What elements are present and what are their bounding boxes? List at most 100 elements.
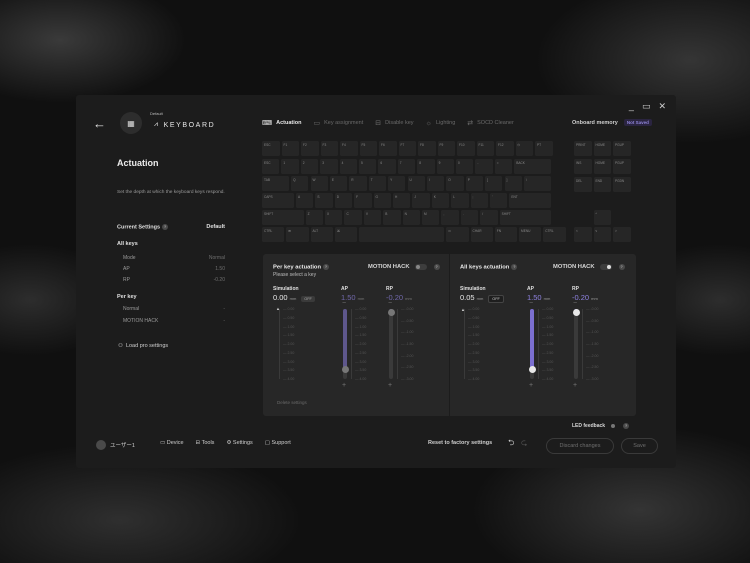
ap-handle[interactable] [341, 366, 349, 374]
save-button[interactable]: Save [621, 438, 658, 454]
rp-handle[interactable] [387, 309, 395, 317]
key-shift[interactable]: SHIFT [499, 210, 551, 225]
nav-settings[interactable]: ⚙ Settings [226, 440, 252, 446]
ap-minus-icon[interactable]: − [342, 300, 346, 307]
key-r[interactable]: R [349, 176, 367, 191]
load-pro-settings-button[interactable]: ⚇ Load pro settings [118, 343, 168, 349]
key-3[interactable]: 3 [320, 159, 338, 174]
delete-settings-button[interactable]: Delete settings [277, 400, 307, 405]
key-p[interactable]: P [465, 176, 484, 191]
key-;[interactable]: ; [470, 193, 488, 208]
key-f7[interactable]: F7 [398, 141, 416, 156]
reset-factory-button[interactable]: Reset to factory settings [428, 440, 492, 446]
help-icon[interactable]: ? [623, 423, 630, 429]
key-esc[interactable]: ESC [262, 159, 280, 174]
undo-icon[interactable]: ⮌ [508, 437, 514, 451]
key-1[interactable]: 1 [281, 159, 299, 174]
key-h[interactable]: H [392, 193, 411, 208]
key-x[interactable]: X [325, 210, 343, 225]
key-i[interactable]: I [426, 176, 445, 191]
key-q[interactable]: Q [291, 176, 309, 191]
key-f9[interactable]: F9 [437, 141, 455, 156]
key-back[interactable]: BACK [514, 159, 551, 174]
key-\[interactable]: \ [523, 176, 551, 191]
key-esc[interactable]: ESC [262, 141, 280, 156]
key-l[interactable]: L [451, 193, 469, 208]
key-k[interactable]: K [431, 193, 450, 208]
key-s[interactable]: S [315, 193, 333, 208]
key-f3[interactable]: F3 [320, 141, 338, 156]
key-nav-ins[interactable]: INS [574, 159, 592, 174]
key-⊞[interactable]: ⊞ [286, 227, 309, 242]
discard-changes-button[interactable]: Discard changes [546, 438, 614, 454]
key-nav-home[interactable]: HOME [593, 159, 611, 174]
key-][interactable]: ] [504, 176, 522, 191]
key-7[interactable]: 7 [397, 159, 416, 174]
key-nav-end[interactable]: END [593, 177, 611, 192]
key-.[interactable]: . [460, 210, 479, 225]
onboard-memory[interactable]: Onboard memory Not Saved [572, 119, 652, 126]
key-o[interactable]: O [446, 176, 464, 191]
key-f6[interactable]: F6 [379, 141, 397, 156]
key-9[interactable]: 9 [436, 159, 454, 174]
ap-add-icon[interactable]: + [342, 382, 346, 389]
ap-add-icon[interactable]: + [529, 382, 533, 389]
key-tab[interactable]: TAB [262, 176, 290, 191]
nav-tools[interactable]: ⊟ Tools [196, 440, 215, 446]
key-arrow-down[interactable]: v [593, 227, 611, 242]
key-u[interactable]: U [407, 176, 425, 191]
key-w[interactable]: W [310, 176, 328, 191]
rp-handle[interactable] [572, 309, 580, 317]
key-a[interactable]: A [295, 193, 314, 208]
key-caps[interactable]: CAPS [262, 193, 294, 208]
key-char[interactable]: CHAR [470, 227, 493, 242]
nav-device[interactable]: ▭ Device [160, 440, 184, 446]
maximize-icon[interactable]: ▭ [642, 101, 651, 112]
key-arrow-right[interactable]: > [613, 227, 631, 242]
tab-disable-key[interactable]: ⊟ Disable key [375, 119, 413, 127]
minimize-icon[interactable]: _ [629, 101, 634, 112]
key-nav-del[interactable]: DEL [574, 177, 592, 192]
ap-minus-icon[interactable]: − [529, 300, 533, 307]
key-f10[interactable]: F10 [457, 141, 475, 156]
key-nav-home[interactable]: HOME [593, 141, 611, 156]
key-f12[interactable]: F12 [496, 141, 514, 156]
key-,[interactable]: , [441, 210, 459, 225]
help-icon[interactable]: ? [162, 224, 169, 230]
tab-lighting[interactable]: ☼ Lighting [426, 119, 456, 127]
rp-track[interactable] [574, 309, 578, 379]
key-z[interactable]: Z [305, 210, 324, 225]
key-f5[interactable]: F5 [359, 141, 377, 156]
key-fn[interactable]: FN [494, 227, 518, 242]
nav-support[interactable]: ▢ Support [265, 440, 291, 446]
rp-minus-icon[interactable]: − [573, 300, 577, 307]
key-nav-pgup[interactable]: PGUP [613, 159, 631, 174]
key-6[interactable]: 6 [378, 159, 396, 174]
key-f4[interactable]: F4 [340, 141, 358, 156]
key-⊙[interactable]: ⊙ [446, 227, 469, 242]
app-grid-icon[interactable]: ▦ [120, 112, 142, 134]
key-0[interactable]: 0 [456, 159, 474, 174]
key-v[interactable]: V [363, 210, 382, 225]
key-j[interactable]: J [412, 193, 430, 208]
key-c[interactable]: C [344, 210, 362, 225]
key-arrow-up[interactable]: ^ [593, 210, 611, 225]
key-f2[interactable]: F2 [301, 141, 319, 156]
tab-socd-cleaner[interactable]: ⇄ SOCD Cleaner [467, 119, 514, 127]
rp-add-icon[interactable]: + [573, 382, 577, 389]
key-nav-print[interactable]: PRINT [574, 141, 592, 156]
key-5[interactable]: 5 [359, 159, 377, 174]
key-ctrl[interactable]: CTRL [543, 227, 566, 242]
key-2[interactable]: 2 [300, 159, 319, 174]
ap-handle[interactable] [528, 366, 536, 374]
key-8[interactable]: 8 [417, 159, 435, 174]
user-profile[interactable]: ユーザー1 [96, 440, 135, 450]
tab-key-assignment[interactable]: ▭ Key assignment [313, 119, 363, 127]
key-alt[interactable]: ALT [310, 227, 333, 242]
key-m[interactable]: M [422, 210, 440, 225]
key-[[interactable]: [ [485, 176, 503, 191]
key-nav-pgup[interactable]: PGUP [613, 141, 631, 156]
key-⌘[interactable]: ⌘ [334, 227, 357, 242]
close-icon[interactable]: ✕ [658, 101, 666, 112]
key-f11[interactable]: F11 [476, 141, 494, 156]
